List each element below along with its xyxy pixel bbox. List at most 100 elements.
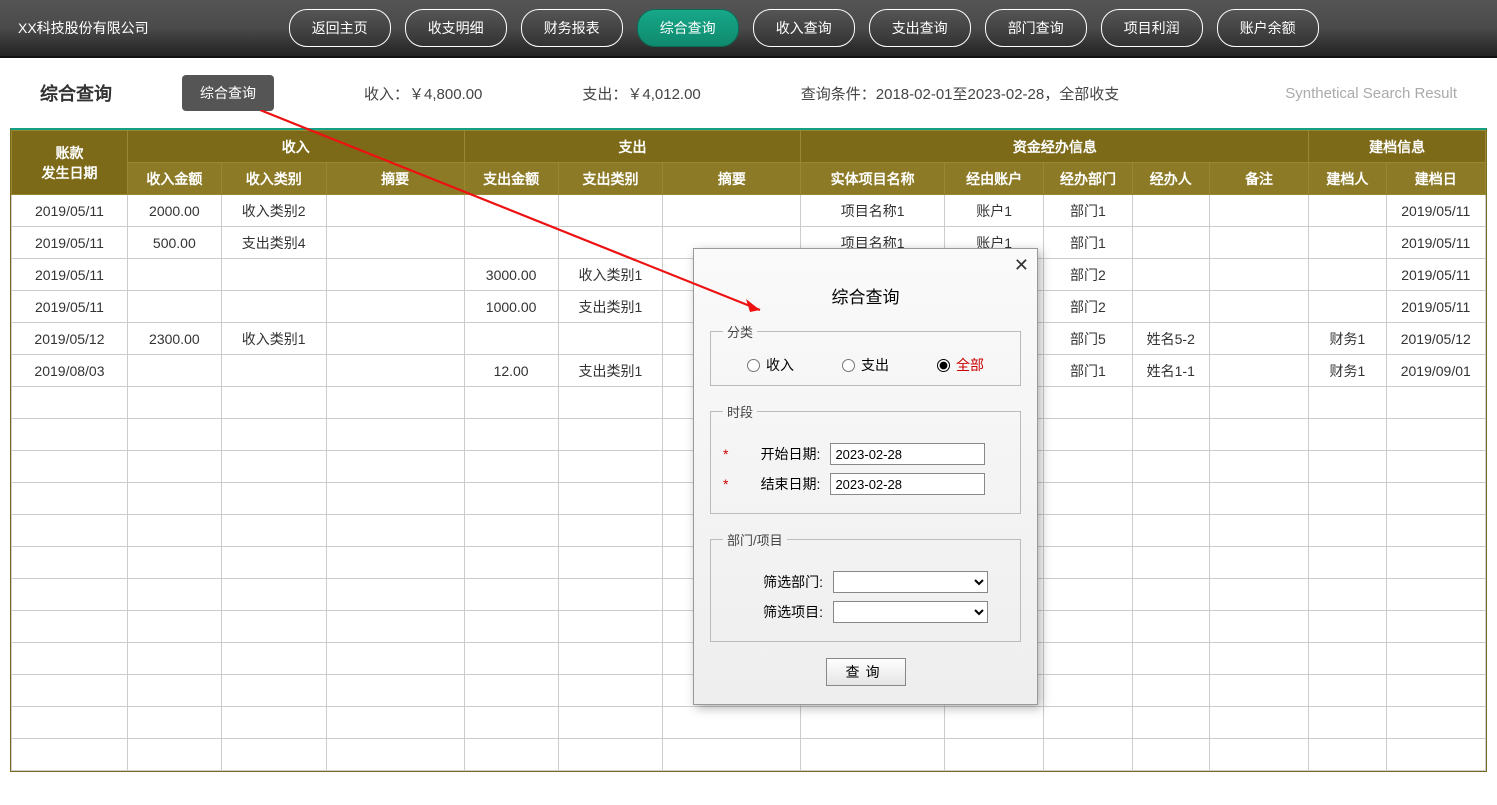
cell-person xyxy=(1132,227,1209,259)
cell-inAmt xyxy=(127,259,221,291)
category-legend: 分类 xyxy=(723,322,757,341)
cell-date: 2019/05/11 xyxy=(12,227,128,259)
brand-label: XX科技股份有限公司 xyxy=(18,18,149,38)
table-row-empty xyxy=(12,707,1486,739)
cell-inCat: 支出类别4 xyxy=(221,227,326,259)
end-date-input[interactable] xyxy=(830,473,985,495)
cell-inSum xyxy=(326,291,464,323)
th-project: 实体项目名称 xyxy=(801,163,945,195)
close-icon[interactable]: ✕ xyxy=(1014,255,1029,276)
cell-dept: 部门1 xyxy=(1044,227,1132,259)
cell-exCat xyxy=(558,227,663,259)
nav-btn-5[interactable]: 支出查询 xyxy=(869,9,971,47)
cell-inSum xyxy=(326,323,464,355)
th-expense-cat: 支出类别 xyxy=(558,163,663,195)
cell-exAmt: 3000.00 xyxy=(464,259,558,291)
cell-inSum xyxy=(326,355,464,387)
cell-creator xyxy=(1309,259,1386,291)
th-expense-group: 支出 xyxy=(464,131,801,163)
nav-btn-2[interactable]: 财务报表 xyxy=(521,9,623,47)
nav-btn-0[interactable]: 返回主页 xyxy=(289,9,391,47)
cell-inAmt xyxy=(127,291,221,323)
cell-acc: 账户1 xyxy=(944,195,1043,227)
cell-exCat: 支出类别1 xyxy=(558,291,663,323)
nav-btn-1[interactable]: 收支明细 xyxy=(405,9,507,47)
th-create-date: 建档日 xyxy=(1386,163,1485,195)
table-row-empty xyxy=(12,739,1486,771)
cell-cdate: 2019/09/01 xyxy=(1386,355,1485,387)
th-expense-sum: 摘要 xyxy=(663,163,801,195)
cell-remark xyxy=(1209,355,1308,387)
nav-btn-6[interactable]: 部门查询 xyxy=(985,9,1087,47)
filter-proj-select[interactable] xyxy=(833,601,988,623)
cell-date: 2019/08/03 xyxy=(12,355,128,387)
open-search-dialog-button[interactable]: 综合查询 xyxy=(182,75,274,111)
cell-date: 2019/05/11 xyxy=(12,291,128,323)
cell-date: 2019/05/11 xyxy=(12,195,128,227)
cell-inSum xyxy=(326,259,464,291)
th-income-sum: 摘要 xyxy=(326,163,464,195)
filter-dept-label: 筛选部门: xyxy=(733,572,823,592)
search-dialog: ✕ 综合查询 分类 收入 支出 全部 时段 *开始日期: *结束日期: 部门/项… xyxy=(693,248,1038,705)
th-income-group: 收入 xyxy=(127,131,464,163)
category-fieldset: 分类 收入 支出 全部 xyxy=(710,322,1021,386)
cell-creator xyxy=(1309,291,1386,323)
cell-exCat: 收入类别1 xyxy=(558,259,663,291)
radio-expense[interactable]: 支出 xyxy=(842,355,889,375)
cell-dept: 部门2 xyxy=(1044,259,1132,291)
cell-inAmt xyxy=(127,355,221,387)
cell-exAmt xyxy=(464,323,558,355)
cell-inCat: 收入类别1 xyxy=(221,323,326,355)
cell-person xyxy=(1132,291,1209,323)
top-nav-bar: XX科技股份有限公司 返回主页收支明细财务报表综合查询收入查询支出查询部门查询项… xyxy=(0,0,1497,58)
cell-exAmt xyxy=(464,195,558,227)
end-date-label: 结束日期: xyxy=(730,474,820,494)
cell-inAmt: 2300.00 xyxy=(127,323,221,355)
cell-person: 姓名1-1 xyxy=(1132,355,1209,387)
start-date-input[interactable] xyxy=(830,443,985,465)
cell-inCat xyxy=(221,291,326,323)
income-total: 收入：￥4,800.00 xyxy=(364,83,482,104)
cell-exCat: 支出类别1 xyxy=(558,355,663,387)
filter-dept-select[interactable] xyxy=(833,571,988,593)
cell-creator: 财务1 xyxy=(1309,323,1386,355)
cell-exSum xyxy=(663,195,801,227)
nav-btn-7[interactable]: 项目利润 xyxy=(1101,9,1203,47)
filter-legend: 部门/项目 xyxy=(723,530,787,549)
cell-exAmt: 1000.00 xyxy=(464,291,558,323)
cell-exAmt: 12.00 xyxy=(464,355,558,387)
table-row[interactable]: 2019/05/112000.00收入类别2项目名称1账户1部门12019/05… xyxy=(12,195,1486,227)
cell-inAmt: 500.00 xyxy=(127,227,221,259)
cell-inAmt: 2000.00 xyxy=(127,195,221,227)
cell-remark xyxy=(1209,227,1308,259)
cell-exAmt xyxy=(464,227,558,259)
cell-cdate: 2019/05/12 xyxy=(1386,323,1485,355)
nav-btn-8[interactable]: 账户余额 xyxy=(1217,9,1319,47)
cell-person: 姓名5-2 xyxy=(1132,323,1209,355)
cell-cdate: 2019/05/11 xyxy=(1386,195,1485,227)
cell-person xyxy=(1132,195,1209,227)
cell-inCat xyxy=(221,355,326,387)
start-date-label: 开始日期: xyxy=(730,444,820,464)
cell-dept: 部门5 xyxy=(1044,323,1132,355)
dialog-titlebar: ✕ xyxy=(694,249,1037,281)
dialog-title: 综合查询 xyxy=(694,283,1037,308)
th-creator: 建档人 xyxy=(1309,163,1386,195)
th-date: 账款 发生日期 xyxy=(12,131,128,195)
cell-person xyxy=(1132,259,1209,291)
summary-bar: 综合查询 综合查询 收入：￥4,800.00 支出：￥4,012.00 查询条件… xyxy=(10,58,1487,128)
cell-inCat xyxy=(221,259,326,291)
expense-total: 支出：￥4,012.00 xyxy=(582,83,700,104)
th-dept: 经办部门 xyxy=(1044,163,1132,195)
th-account: 经由账户 xyxy=(944,163,1043,195)
period-fieldset: 时段 *开始日期: *结束日期: xyxy=(710,402,1021,514)
nav-btn-3[interactable]: 综合查询 xyxy=(637,9,739,47)
dialog-submit-button[interactable]: 查询 xyxy=(826,658,906,686)
radio-all[interactable]: 全部 xyxy=(937,355,984,375)
cell-creator xyxy=(1309,195,1386,227)
radio-income[interactable]: 收入 xyxy=(747,355,794,375)
cell-inSum xyxy=(326,195,464,227)
cell-remark xyxy=(1209,291,1308,323)
query-condition: 查询条件：2018-02-01至2023-02-28，全部收支 xyxy=(801,83,1119,104)
nav-btn-4[interactable]: 收入查询 xyxy=(753,9,855,47)
